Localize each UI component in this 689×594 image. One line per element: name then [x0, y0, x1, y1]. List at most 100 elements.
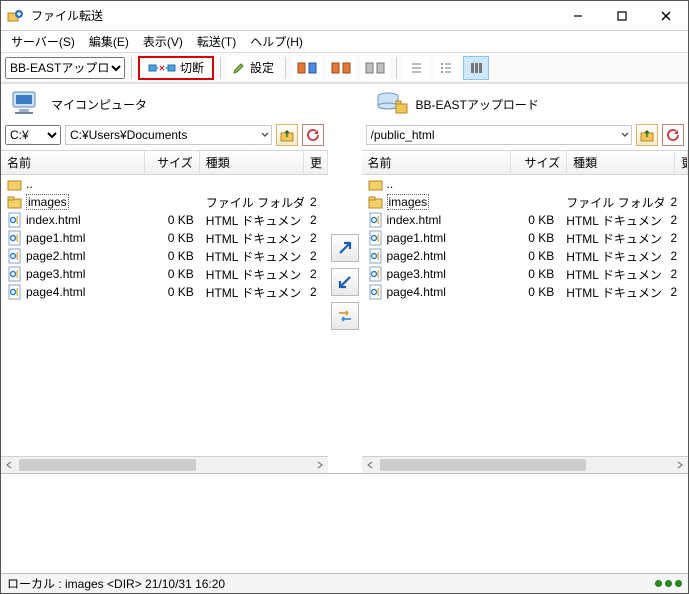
panes-container: マイコンピュータ C:¥ 名前 サイズ 種	[1, 83, 688, 473]
remote-pane-header: BB-EASTアップロード	[362, 84, 689, 122]
col-name-header[interactable]: 名前	[1, 151, 145, 174]
scroll-left-icon[interactable]	[1, 457, 17, 473]
panels-icon	[365, 61, 385, 75]
local-hscrollbar[interactable]	[1, 457, 328, 473]
download-button[interactable]	[331, 268, 359, 296]
panels-icon	[331, 61, 351, 75]
remote-refresh-button[interactable]	[662, 124, 684, 146]
remote-pane-title: BB-EASTアップロード	[416, 96, 539, 113]
remote-path-input[interactable]	[366, 125, 633, 145]
maximize-button[interactable]	[600, 2, 644, 30]
transfer-mode-1-button[interactable]	[292, 56, 322, 80]
toolbar: BB-EASTアップロ ✕ 切断 設定	[1, 53, 688, 83]
transfer-mode-2-button[interactable]	[326, 56, 356, 80]
columns-icon	[469, 61, 483, 75]
arrow-up-right-icon	[336, 239, 354, 257]
local-path-input[interactable]	[65, 125, 272, 145]
site-select[interactable]: BB-EASTアップロ	[5, 57, 125, 79]
pencil-icon	[232, 61, 246, 75]
upload-button[interactable]	[331, 234, 359, 262]
scroll-right-icon[interactable]	[312, 457, 328, 473]
local-drive-select[interactable]: C:¥	[5, 125, 61, 145]
local-file-list[interactable]: ..imagesファイル フォルダー2index.html0 KBHTML ドキ…	[1, 175, 328, 457]
list-item[interactable]: page4.html0 KBHTML ドキュメント2	[362, 283, 689, 301]
list-item[interactable]: index.html0 KBHTML ドキュメント2	[362, 211, 689, 229]
refresh-icon	[666, 128, 680, 142]
list-item[interactable]: page2.html0 KBHTML ドキュメント2	[1, 247, 328, 265]
status-leds	[655, 580, 682, 587]
view-columns-button[interactable]	[463, 56, 489, 80]
menubar-item[interactable]: 転送(T)	[191, 31, 242, 52]
folder-up-icon	[280, 128, 294, 142]
list-item[interactable]: imagesファイル フォルダー2	[1, 193, 328, 211]
details-icon	[439, 61, 453, 75]
list-item[interactable]: imagesファイル フォルダー2	[362, 193, 689, 211]
computer-icon	[9, 90, 45, 118]
folder-icon	[368, 176, 384, 192]
scroll-left-icon[interactable]	[362, 457, 378, 473]
local-refresh-button[interactable]	[302, 124, 324, 146]
parent-row[interactable]: ..	[362, 175, 689, 193]
folder-icon	[7, 176, 23, 192]
list-item[interactable]: page4.html0 KBHTML ドキュメント2	[1, 283, 328, 301]
menubar-item[interactable]: サーバー(S)	[5, 31, 81, 52]
scroll-right-icon[interactable]	[672, 457, 688, 473]
menubar: サーバー(S)編集(E)表示(V)転送(T)ヘルプ(H)	[1, 31, 688, 53]
status-text: ローカル : images <DIR> 21/10/31 16:20	[7, 575, 225, 592]
local-list-header[interactable]: 名前 サイズ 種類 更	[1, 150, 328, 175]
menubar-item[interactable]: ヘルプ(H)	[244, 31, 309, 52]
local-up-button[interactable]	[276, 124, 298, 146]
remote-list-header[interactable]: 名前 サイズ 種類 更新日時	[362, 150, 689, 175]
parent-row[interactable]: ..	[1, 175, 328, 193]
html-file-icon	[7, 248, 23, 264]
view-details-button[interactable]	[433, 56, 459, 80]
app-icon	[7, 8, 25, 24]
svg-text:✕: ✕	[159, 64, 166, 73]
remote-hscrollbar[interactable]	[362, 457, 689, 473]
arrow-down-left-icon	[336, 273, 354, 291]
html-file-icon	[7, 230, 23, 246]
folder-icon	[7, 194, 23, 210]
html-file-icon	[7, 212, 23, 228]
remote-pane: BB-EASTアップロード 名前 サイズ 種類 更新日時	[362, 84, 689, 473]
statusbar: ローカル : images <DIR> 21/10/31 16:20	[1, 573, 688, 593]
remote-file-list[interactable]: ..imagesファイル フォルダー2index.html0 KBHTML ドキ…	[362, 175, 689, 457]
col-size-header[interactable]: サイズ	[511, 151, 567, 174]
refresh-icon	[306, 128, 320, 142]
col-type-header[interactable]: 種類	[200, 151, 304, 174]
list-item[interactable]: page3.html0 KBHTML ドキュメント2	[362, 265, 689, 283]
list-icon	[409, 61, 423, 75]
col-date-header[interactable]: 更新日時	[675, 151, 688, 174]
html-file-icon	[7, 284, 23, 300]
transfer-mode-3-button[interactable]	[360, 56, 390, 80]
menubar-item[interactable]: 表示(V)	[137, 31, 189, 52]
app-window: ファイル転送 サーバー(S)編集(E)表示(V)転送(T)ヘルプ(H) BB-E…	[0, 0, 689, 594]
titlebar: ファイル転送	[1, 1, 688, 31]
transfer-buttons-column	[328, 84, 362, 473]
list-item[interactable]: index.html0 KBHTML ドキュメント2	[1, 211, 328, 229]
col-name-header[interactable]: 名前	[362, 151, 512, 174]
disconnect-button[interactable]: ✕ 切断	[138, 56, 214, 80]
col-date-header[interactable]: 更	[304, 151, 328, 174]
local-pane: マイコンピュータ C:¥ 名前 サイズ 種	[1, 84, 328, 473]
sync-button[interactable]	[331, 302, 359, 330]
list-item[interactable]: page2.html0 KBHTML ドキュメント2	[362, 247, 689, 265]
list-item[interactable]: page3.html0 KBHTML ドキュメント2	[1, 265, 328, 283]
sockets-disconnect-icon: ✕	[148, 61, 176, 75]
remote-up-button[interactable]	[636, 124, 658, 146]
folder-up-icon	[640, 128, 654, 142]
server-icon	[370, 90, 410, 118]
list-item[interactable]: page1.html0 KBHTML ドキュメント2	[362, 229, 689, 247]
list-item[interactable]: page1.html0 KBHTML ドキュメント2	[1, 229, 328, 247]
minimize-button[interactable]	[556, 2, 600, 30]
close-button[interactable]	[644, 2, 688, 30]
col-size-header[interactable]: サイズ	[145, 151, 199, 174]
col-type-header[interactable]: 種類	[567, 151, 675, 174]
log-area[interactable]	[1, 473, 688, 573]
sync-arrows-icon	[336, 307, 354, 325]
local-pane-header: マイコンピュータ	[1, 84, 328, 122]
settings-button[interactable]: 設定	[227, 56, 279, 80]
menubar-item[interactable]: 編集(E)	[83, 31, 135, 52]
view-list-button[interactable]	[403, 56, 429, 80]
html-file-icon	[368, 248, 384, 264]
